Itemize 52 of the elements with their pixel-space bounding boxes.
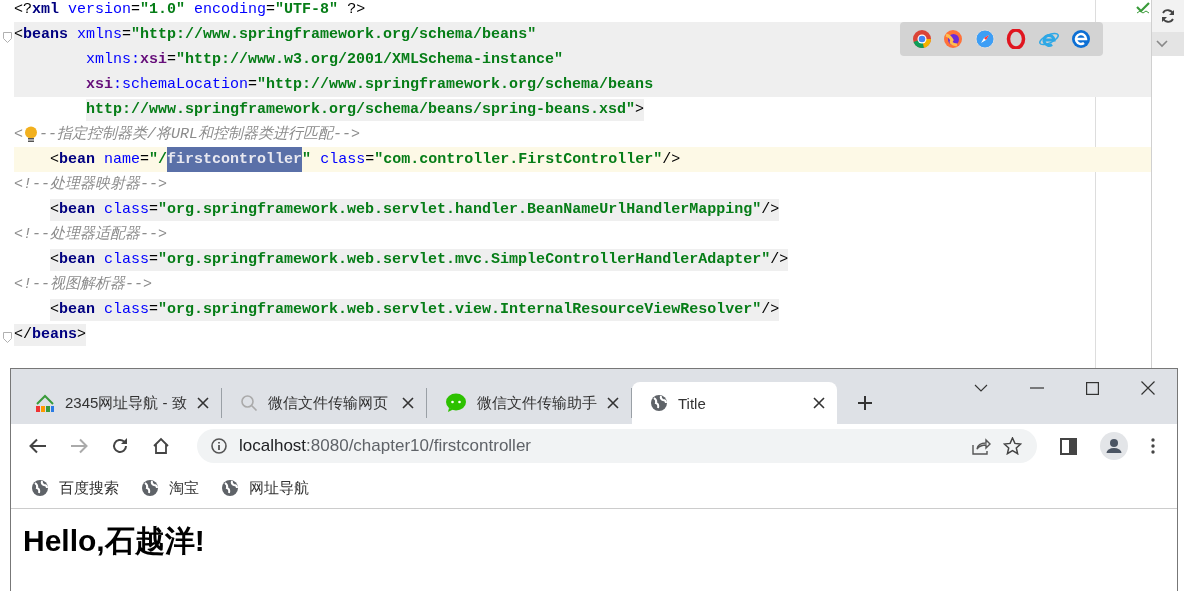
browser-tab[interactable]: 微信文件传输助手 bbox=[427, 388, 632, 418]
chat-bubble-icon bbox=[445, 393, 467, 413]
close-icon[interactable] bbox=[197, 397, 209, 409]
lightbulb-icon[interactable] bbox=[24, 125, 38, 144]
browser-tab[interactable]: 微信文件传输网页 bbox=[222, 388, 427, 418]
fox-logo-icon[interactable] bbox=[943, 29, 964, 49]
code-line: <!--处理器适配器--> bbox=[14, 224, 167, 245]
globe-icon bbox=[650, 394, 668, 412]
close-icon[interactable] bbox=[402, 397, 414, 409]
o-logo-icon[interactable] bbox=[1006, 29, 1027, 49]
bookmark-link[interactable]: 网址导航 bbox=[221, 478, 309, 498]
avatar-icon[interactable] bbox=[1100, 432, 1128, 460]
bookmark-link[interactable]: 百度搜索 bbox=[31, 478, 119, 498]
chevron-down-icon[interactable] bbox=[974, 384, 988, 392]
address-bar[interactable]: localhost:8080/chapter10/firstcontroller bbox=[197, 429, 1037, 463]
e-logo-icon[interactable] bbox=[1071, 29, 1092, 49]
star-icon[interactable] bbox=[1003, 437, 1022, 455]
new-tab-icon[interactable] bbox=[857, 395, 873, 411]
back-arrow-icon[interactable] bbox=[29, 438, 47, 454]
code-line: <bean name="/firstcontroller" class="com.controller.FirstController"/> bbox=[50, 148, 681, 171]
share-icon[interactable] bbox=[971, 437, 991, 455]
page-heading: Hello,石越洋! bbox=[23, 523, 205, 559]
search-icon bbox=[240, 394, 258, 412]
code-line: <!--视图解析器--> bbox=[14, 274, 152, 295]
browser-tab[interactable]: Title bbox=[632, 382, 837, 424]
globe-icon bbox=[31, 479, 49, 497]
close-icon[interactable] bbox=[607, 397, 619, 409]
ring-logo-icon[interactable] bbox=[911, 29, 932, 49]
close-icon[interactable] bbox=[813, 397, 825, 409]
side-panel-icon[interactable] bbox=[1060, 437, 1077, 455]
home-icon[interactable] bbox=[152, 437, 170, 455]
code-line: xsi:schemaLocation="http://www.springframework.org/schema/beans bbox=[86, 75, 654, 95]
code-comment: --指定控制器类/将URL和控制器类进行匹配--> bbox=[39, 124, 361, 145]
code-comment: < bbox=[14, 125, 23, 145]
browser-tab[interactable]: 2345网址导航 - 致 bbox=[17, 388, 222, 418]
close-icon[interactable] bbox=[1141, 381, 1155, 395]
check-icon bbox=[1136, 2, 1150, 15]
reload-icon[interactable] bbox=[111, 437, 129, 455]
refresh-icon[interactable] bbox=[1160, 8, 1176, 24]
code-line: xmlns:xsi="http://www.w3.org/2001/XMLSchema-instance" bbox=[86, 50, 564, 70]
globe-icon bbox=[221, 479, 239, 497]
code-line: <?xml version="1.0" encoding="UTF-8" ?> bbox=[14, 0, 366, 20]
bookmark-link[interactable]: 淘宝 bbox=[141, 478, 199, 498]
fold-marker-icon[interactable] bbox=[3, 32, 12, 43]
more-menu-icon[interactable] bbox=[1151, 438, 1155, 454]
fold-marker-icon[interactable] bbox=[3, 332, 12, 343]
info-icon bbox=[211, 438, 227, 454]
code-line: <!--处理器映射器--> bbox=[14, 174, 167, 195]
code-line: <beans xmlns="http://www.springframework.org/schema/beans" bbox=[14, 25, 537, 45]
maximize-icon[interactable] bbox=[1086, 381, 1099, 395]
globe-icon bbox=[141, 479, 159, 497]
house-icon bbox=[35, 393, 55, 413]
